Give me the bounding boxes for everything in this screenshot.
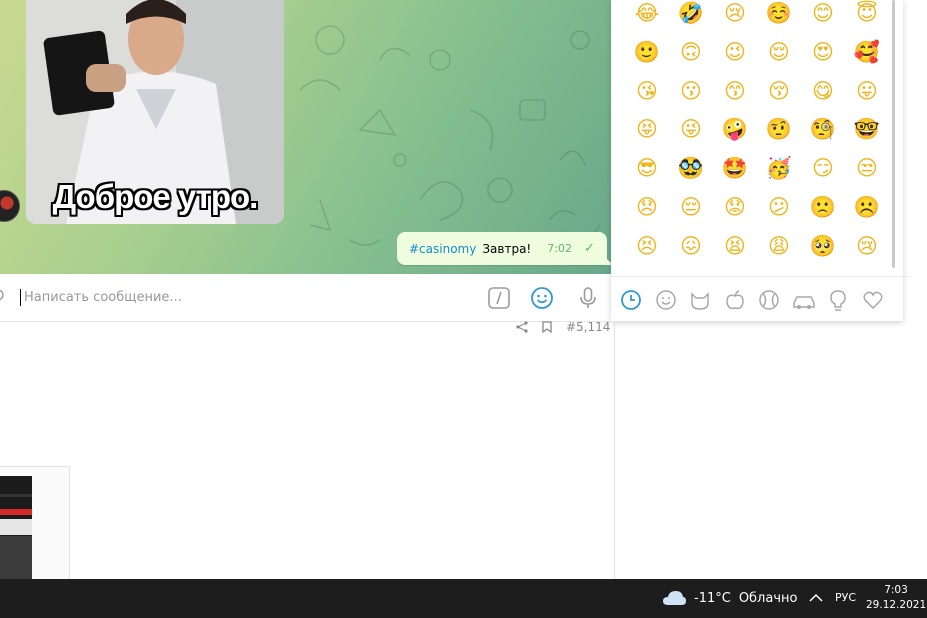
emoji[interactable]: 😕 [757,192,801,231]
bulb-icon [830,289,846,311]
emoji[interactable]: 😢 [845,231,889,270]
heart-icon [863,291,882,309]
message-time: 7:02 [547,242,572,255]
emoji[interactable]: 😛 [845,76,889,115]
emoji[interactable]: 😙 [713,76,757,115]
clock[interactable]: 7:03 29.12.2021 [866,583,926,613]
emoji[interactable]: 🤩 [713,153,757,192]
text-caret [20,289,21,306]
emoji[interactable]: 🤪 [713,114,757,153]
emoji[interactable]: 😗 [669,76,713,115]
bookmark-icon[interactable] [542,321,552,333]
gif-caption: Доброе утро. [52,178,259,215]
emoji[interactable]: 🤓 [845,114,889,153]
bot-command-icon[interactable] [487,286,511,310]
message-input[interactable]: Написать сообщение... [24,290,182,305]
ball-icon [759,289,779,310]
apple-icon [725,289,744,309]
tab-smileys[interactable] [654,288,678,312]
emoji[interactable]: 🥸 [669,153,713,192]
outgoing-message-bubble[interactable]: #casinomy Завтра! 7:02 ✓ [397,232,611,265]
emoji[interactable]: 🙂 [625,37,669,76]
attach-icon[interactable] [0,288,8,302]
emoji[interactable]: 🙃 [669,37,713,76]
thumb-light-area [0,519,32,535]
weather-temperature: -11°C [694,590,731,606]
emoji-icon[interactable] [530,286,554,310]
check-icon: ✓ [583,241,595,256]
emoji[interactable]: 🤨 [757,114,801,153]
emoji[interactable]: 😖 [669,231,713,270]
post-id[interactable]: #5,114 [566,320,610,334]
taskbar: -11°C Облачно РУС 7:03 29.12.2021 [0,579,927,618]
emoji[interactable]: 🥳 [757,153,801,192]
emoji[interactable]: 😇 [845,0,889,37]
gif-message[interactable]: Доброе утро. [26,0,284,224]
thumb-dark-area [0,536,32,579]
panel-divider [614,321,615,579]
emoji[interactable]: 😫 [713,231,757,270]
recent-icon [621,289,641,310]
message-text: Завтра! [482,241,532,256]
emoji[interactable]: 😋 [801,76,845,115]
emoji[interactable]: 😢 [713,0,757,37]
emoji[interactable]: 🥰 [845,37,889,76]
emoji[interactable]: 😂 [625,0,669,37]
emoji[interactable]: 😍 [801,37,845,76]
emoji-scrollbar[interactable] [892,0,895,268]
emoji[interactable]: 😜 [669,114,713,153]
tab-symbols[interactable] [861,288,885,312]
tab-recent[interactable] [619,288,643,312]
post-meta: #5,114 [516,320,610,334]
weather-widget[interactable]: -11°C Облачно [662,589,797,607]
tab-activity[interactable] [757,288,781,312]
emoji-panel: 😂 🤣 😢 ☺️ 😊 😇 🙂 🙃 😉 😌 😍 🥰 😘 😗 😙 😚 😋 😛 😝 😜… [611,0,911,321]
tab-travel[interactable] [792,288,816,312]
chevron-up-icon[interactable] [808,591,824,605]
emoji[interactable]: 🧐 [801,114,845,153]
cloud-icon [663,591,686,605]
emoji[interactable]: 🙁 [801,192,845,231]
thumb-toolbar [0,494,32,497]
message-hashtag[interactable]: #casinomy [409,242,476,256]
tab-animals[interactable] [688,288,712,312]
emoji[interactable]: 😊 [801,0,845,37]
emoji[interactable]: 😣 [625,231,669,270]
emoji[interactable]: 😌 [757,37,801,76]
screenshot-thumbnail[interactable] [0,476,32,579]
emoji[interactable]: 🤣 [669,0,713,37]
emoji[interactable]: 😚 [757,76,801,115]
language-indicator[interactable]: РУС [835,591,856,604]
clock-time: 7:03 [884,584,908,596]
emoji[interactable]: ☺️ [757,0,801,37]
emoji[interactable]: 😘 [625,76,669,115]
emoji[interactable]: 😝 [625,114,669,153]
tab-objects[interactable] [826,288,850,312]
car-icon [792,295,815,309]
cat-icon [691,291,709,310]
emoji-grid: 😂 🤣 😢 ☺️ 😊 😇 🙂 🙃 😉 😌 😍 🥰 😘 😗 😙 😚 😋 😛 😝 😜… [625,0,889,270]
emoji[interactable]: 😞 [625,192,669,231]
emoji-category-bar [611,276,911,322]
emoji[interactable]: 😔 [669,192,713,231]
microphone-icon[interactable] [576,286,600,310]
emoji[interactable]: ☹️ [845,192,889,231]
weather-condition: Облачно [738,590,798,606]
smiley-icon [655,289,676,310]
emoji[interactable]: 😏 [801,153,845,192]
clock-date: 29.12.2021 [866,599,927,611]
emoji[interactable]: 🥺 [801,231,845,270]
emoji[interactable]: 😎 [625,153,669,192]
thumb-red-bar [0,509,32,515]
emoji[interactable]: 😩 [757,231,801,270]
tab-food[interactable] [723,288,747,312]
share-icon[interactable] [516,321,528,333]
chat-area: Доброе утро. #casinomy Завтра! 7:02 ✓ [0,0,611,274]
emoji[interactable]: 😟 [713,192,757,231]
emoji[interactable]: 😒 [845,153,889,192]
emoji[interactable]: 😉 [713,37,757,76]
